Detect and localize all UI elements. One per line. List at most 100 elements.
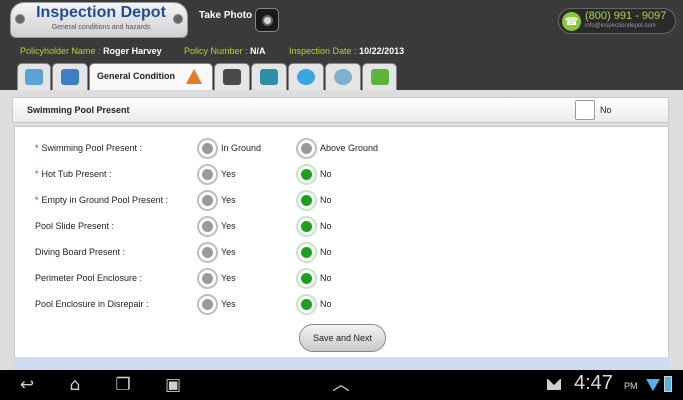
question-text: Diving Board Present :	[35, 247, 126, 257]
graduation-cap-icon	[223, 69, 241, 85]
question-label: Pool Enclosure in Disrepair :	[35, 299, 149, 309]
radio-button[interactable]	[197, 216, 218, 237]
radio-label: Yes	[221, 195, 236, 205]
question-label: * Empty in Ground Pool Present :	[35, 195, 168, 205]
take-photo-button[interactable]	[255, 8, 279, 32]
question-text: Pool Slide Present :	[35, 221, 115, 231]
question-row: * Swimming Pool Present : In Ground Above…	[15, 137, 668, 161]
section-title: Swimming Pool Present	[27, 105, 130, 115]
warning-icon	[186, 69, 202, 84]
contact-email: info@inspectiondepot.com	[585, 23, 656, 29]
required-marker: *	[35, 143, 39, 153]
radio-label: No	[320, 221, 332, 231]
policyholder-value: Roger Harvey	[103, 46, 162, 56]
question-label: Perimeter Pool Enclosure :	[35, 273, 142, 283]
tab-education[interactable]	[214, 63, 250, 90]
policyholder-info: Policyholder Name : Roger Harvey	[20, 46, 162, 56]
policy-info-bar: Policyholder Name : Roger Harvey Policy …	[0, 42, 683, 62]
content-area: Swimming Pool Present No * Swimming Pool …	[0, 90, 683, 370]
radio-label: Yes	[221, 273, 236, 283]
question-row: Pool Slide Present : Yes No	[15, 215, 668, 239]
tab-location[interactable]	[325, 63, 361, 90]
forward-arrow-icon	[370, 69, 389, 85]
radio-button-selected[interactable]	[296, 268, 317, 289]
radio-button-selected[interactable]	[296, 294, 317, 315]
question-text: Perimeter Pool Enclosure :	[35, 273, 143, 283]
policy-number-value: N/A	[250, 46, 266, 56]
tab-general-condition[interactable]: General Condition	[89, 63, 213, 91]
logo-bolt-icon	[173, 14, 183, 24]
required-marker: *	[35, 195, 39, 205]
question-text: Swimming Pool Present :	[41, 143, 143, 153]
clock-time: 4:47	[574, 372, 613, 394]
radio-button[interactable]	[197, 242, 218, 263]
menu-up-icon[interactable]: ︿	[328, 376, 354, 394]
section-tabs: General Condition	[0, 62, 683, 91]
radio-button[interactable]	[197, 294, 218, 315]
question-row: Perimeter Pool Enclosure : Yes No	[15, 267, 668, 291]
tab-submit[interactable]	[362, 63, 397, 90]
inspection-date-key: Inspection Date :	[289, 46, 357, 56]
logo-subtitle: General conditions and hazards	[51, 24, 151, 31]
logo-bolt-icon	[15, 14, 25, 24]
system-navigation-bar: ↩ ⌂ ❐ ▣ ︿ 4:47 PM	[0, 370, 683, 400]
contact-badge[interactable]: ☎ (800) 991 - 9097 info@inspectiondepot.…	[558, 8, 676, 34]
clock-ampm: PM	[624, 381, 638, 391]
back-icon[interactable]: ↩	[14, 376, 40, 394]
radio-button-selected[interactable]	[296, 242, 317, 263]
phone-number: (800) 991 - 9097	[585, 10, 667, 22]
radio-label: No	[320, 299, 332, 309]
inspection-depot-logo: Inspection Depot General conditions and …	[10, 2, 188, 38]
home-icon[interactable]: ⌂	[62, 376, 88, 394]
mail-icon	[547, 379, 561, 390]
inspection-date-info: Inspection Date : 10/22/2013	[289, 46, 404, 56]
radio-button[interactable]	[197, 164, 218, 185]
radio-label: Yes	[221, 247, 236, 257]
radio-label: Above Ground	[320, 143, 379, 153]
tab-photos[interactable]	[251, 63, 287, 90]
question-text: Empty in Ground Pool Present :	[41, 195, 169, 205]
app-header: Inspection Depot General conditions and …	[0, 0, 683, 42]
tab-comments[interactable]	[288, 63, 324, 90]
picture-icon	[260, 69, 278, 85]
camera-icon	[262, 15, 273, 26]
radio-button[interactable]	[197, 190, 218, 211]
policy-number-key: Policy Number :	[184, 46, 248, 56]
radio-label: Yes	[221, 299, 236, 309]
inspection-date-value: 10/22/2013	[359, 46, 405, 56]
radio-label: No	[320, 195, 332, 205]
radio-button-selected[interactable]	[296, 164, 317, 185]
radio-button[interactable]	[197, 138, 218, 159]
building-icon	[61, 69, 79, 85]
swimming-pool-no-checkbox[interactable]	[575, 100, 595, 120]
next-section-header	[14, 357, 669, 370]
save-and-next-button[interactable]: Save and Next	[299, 324, 386, 352]
question-row: * Hot Tub Present : Yes No	[15, 163, 668, 187]
tab-building[interactable]	[52, 63, 88, 90]
radio-label: Yes	[221, 221, 236, 231]
question-label: * Hot Tub Present :	[35, 169, 112, 179]
radio-label: In Ground	[221, 143, 262, 153]
phone-icon: ☎	[562, 12, 581, 31]
checkbox-label: No	[600, 105, 612, 115]
tab-policyholder[interactable]	[17, 63, 51, 90]
radio-button[interactable]	[197, 268, 218, 289]
question-label: Diving Board Present :	[35, 247, 125, 257]
battery-icon	[664, 376, 672, 392]
radio-label: No	[320, 247, 332, 257]
required-marker: *	[35, 169, 39, 179]
radio-button[interactable]	[296, 138, 317, 159]
section-header: Swimming Pool Present No	[12, 97, 669, 123]
question-label: * Swimming Pool Present :	[35, 143, 142, 153]
recent-apps-icon[interactable]: ❐	[110, 376, 136, 394]
policy-number-info: Policy Number : N/A	[184, 46, 266, 56]
radio-button-selected[interactable]	[296, 216, 317, 237]
radio-button-selected[interactable]	[296, 190, 317, 211]
take-photo-label: Take Photo	[199, 10, 253, 21]
question-text: Pool Enclosure in Disrepair :	[35, 299, 149, 309]
question-label: Pool Slide Present :	[35, 221, 114, 231]
radio-label: Yes	[221, 169, 236, 179]
screenshot-icon[interactable]: ▣	[160, 376, 186, 394]
radio-label: No	[320, 273, 332, 283]
pool-form-panel: * Swimming Pool Present : In Ground Above…	[14, 126, 669, 370]
